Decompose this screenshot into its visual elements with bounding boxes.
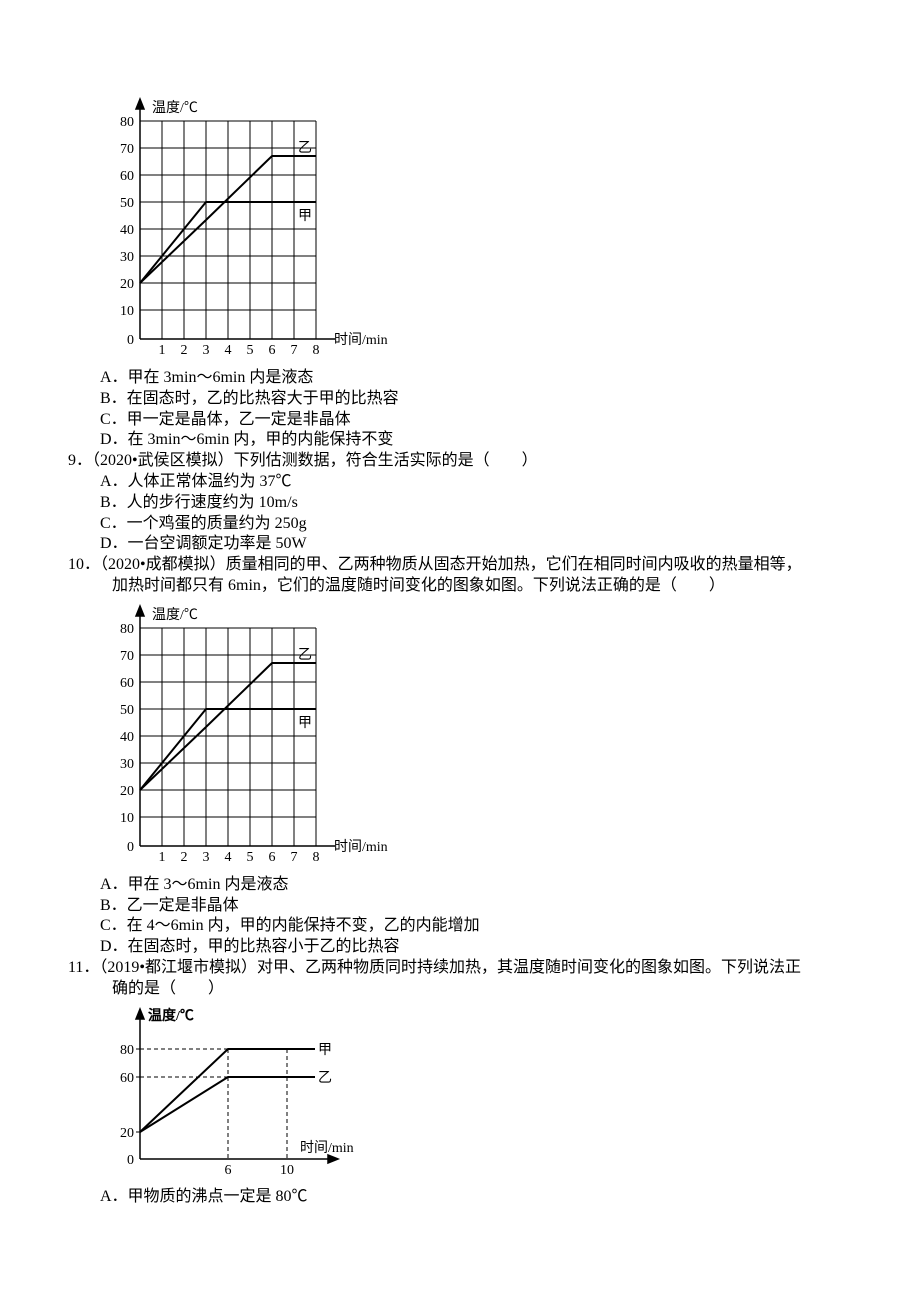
svg-text:7: 7: [291, 343, 298, 358]
svg-text:30: 30: [120, 250, 134, 265]
q9-options: A．人体正常体温约为 37℃ B．人的步行速度约为 10m/s C．一个鸡蛋的质…: [100, 472, 852, 555]
chart-q8: 0 10 20 30 40 50 60 70 80 1 2 3 4 5 6 7 …: [100, 94, 852, 366]
svg-text:0: 0: [127, 333, 134, 348]
q9-stem: 9．（2020•武侯区模拟）下列估测数据，符合生活实际的是（ ）: [68, 451, 852, 472]
svg-text:1: 1: [159, 850, 166, 865]
q8-optC: C．甲一定是晶体，乙一定是非晶体: [100, 410, 852, 431]
series-yi-label: 乙: [318, 1070, 332, 1086]
svg-text:20: 20: [120, 784, 134, 799]
q11-options: A．甲物质的沸点一定是 80℃: [100, 1187, 852, 1208]
q9-optA: A．人体正常体温约为 37℃: [100, 472, 852, 493]
svg-text:3: 3: [203, 343, 210, 358]
svg-text:50: 50: [120, 703, 134, 718]
svg-text:10: 10: [120, 811, 134, 826]
svg-text:3: 3: [203, 850, 210, 865]
q11-optA: A．甲物质的沸点一定是 80℃: [100, 1187, 852, 1208]
y-axis-label: 温度/℃: [152, 100, 198, 116]
svg-text:1: 1: [159, 343, 166, 358]
x-axis-label: 时间/min: [334, 839, 388, 855]
svg-text:8: 8: [313, 343, 320, 358]
svg-text:30: 30: [120, 757, 134, 772]
y-axis-label: 温度/℃: [148, 1007, 194, 1024]
svg-text:4: 4: [225, 850, 232, 865]
series-jia-label: 甲: [318, 1043, 332, 1058]
svg-text:10: 10: [280, 1163, 294, 1178]
svg-text:5: 5: [247, 850, 254, 865]
svg-text:10: 10: [120, 304, 134, 319]
svg-text:80: 80: [120, 1043, 134, 1058]
q8-options: A．甲在 3min～6min 内是液态 B．在固态时，乙的比热容大于甲的比热容 …: [100, 368, 852, 451]
svg-text:7: 7: [291, 850, 298, 865]
svg-text:6: 6: [225, 1163, 232, 1178]
chart-q10: 0 10 20 30 40 50 60 70 80 1 2 3 4 5 6 7 …: [100, 601, 852, 873]
y-axis-label: 温度/℃: [152, 607, 198, 623]
svg-text:60: 60: [120, 169, 134, 184]
svg-text:0: 0: [127, 1153, 134, 1168]
svg-text:80: 80: [120, 622, 134, 637]
series-jia-label: 甲: [298, 209, 312, 224]
series-jia-label: 甲: [298, 716, 312, 731]
q9-optD: D．一台空调额定功率是 50W: [100, 534, 852, 555]
svg-text:20: 20: [120, 1126, 134, 1141]
svg-text:50: 50: [120, 196, 134, 211]
svg-text:40: 40: [120, 730, 134, 745]
q11-stem2: 确的是（ ）: [112, 979, 852, 1000]
x-axis-label: 时间/min: [334, 332, 388, 348]
q8-optA: A．甲在 3min～6min 内是液态: [100, 368, 852, 389]
q8-optD: D．在 3min～6min 内，甲的内能保持不变: [100, 430, 852, 451]
q10-optC: C．在 4～6min 内，甲的内能保持不变，乙的内能增加: [100, 916, 852, 937]
svg-text:60: 60: [120, 676, 134, 691]
series-yi-label: 乙: [298, 140, 312, 156]
q11-stem: 11．（2019•都江堰市模拟）对甲、乙两种物质同时持续加热，其温度随时间变化的…: [68, 958, 852, 979]
q10-stem2: 加热时间都只有 6min，它们的温度随时间变化的图象如图。下列说法正确的是（ ）: [112, 576, 852, 597]
q10-stem: 10．（2020•成都模拟）质量相同的甲、乙两种物质从固态开始加热，它们在相同时…: [68, 555, 852, 576]
svg-text:70: 70: [120, 142, 134, 157]
q10-optB: B．乙一定是非晶体: [100, 896, 852, 917]
q8-optB: B．在固态时，乙的比热容大于甲的比热容: [100, 389, 852, 410]
svg-text:60: 60: [120, 1071, 134, 1086]
svg-text:2: 2: [181, 343, 188, 358]
svg-text:0: 0: [127, 840, 134, 855]
svg-text:6: 6: [269, 850, 276, 865]
svg-text:6: 6: [269, 343, 276, 358]
chart-q11: 0 20 60 80 6 10 温度/℃ 时间/min: [100, 1004, 852, 1185]
svg-text:4: 4: [225, 343, 232, 358]
q10-optD: D．在固态时，甲的比热容小于乙的比热容: [100, 937, 852, 958]
q9-optB: B．人的步行速度约为 10m/s: [100, 493, 852, 514]
svg-text:5: 5: [247, 343, 254, 358]
q10-optA: A．甲在 3～6min 内是液态: [100, 875, 852, 896]
svg-text:40: 40: [120, 223, 134, 238]
svg-text:8: 8: [313, 850, 320, 865]
svg-text:20: 20: [120, 277, 134, 292]
svg-text:80: 80: [120, 115, 134, 130]
x-axis-label: 时间/min: [300, 1140, 354, 1156]
series-yi-label: 乙: [298, 647, 312, 663]
svg-text:2: 2: [181, 850, 188, 865]
q10-options: A．甲在 3～6min 内是液态 B．乙一定是非晶体 C．在 4～6min 内，…: [100, 875, 852, 958]
svg-text:70: 70: [120, 649, 134, 664]
q9-optC: C．一个鸡蛋的质量约为 250g: [100, 514, 852, 535]
